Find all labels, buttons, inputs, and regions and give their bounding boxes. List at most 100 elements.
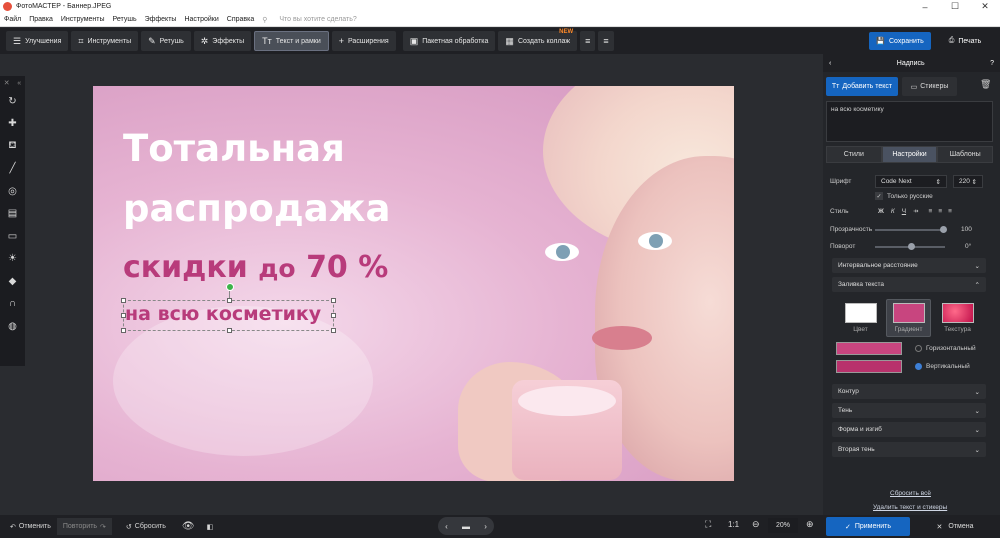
prev-image-icon[interactable]: ‹ <box>445 522 448 531</box>
italic-icon[interactable]: К <box>891 208 895 215</box>
banner-discount-text[interactable]: скидки до 70 % <box>123 253 388 283</box>
shape-section[interactable]: Форма и изгиб ⌄ <box>832 422 986 437</box>
spacing-section[interactable]: Интервальное расстояние ⌄ <box>832 258 986 273</box>
only-russian-checkbox[interactable]: ✓ <box>875 192 883 200</box>
bulb-icon[interactable]: ◍ <box>0 315 25 338</box>
menu-settings[interactable]: Настройки <box>184 16 218 23</box>
zoom-in-icon[interactable]: ⊕ <box>806 519 814 530</box>
opacity-slider-knob[interactable] <box>940 225 947 233</box>
light-icon[interactable]: ☀ <box>0 248 25 271</box>
close-window-button[interactable]: ✕ <box>970 0 1000 13</box>
back-arrow-icon[interactable]: ‹ <box>829 60 831 67</box>
underline-icon[interactable]: Ч <box>902 208 906 215</box>
preview-eye-icon[interactable]: 👁 <box>176 518 201 535</box>
trash-icon[interactable]: 🗑 <box>980 79 991 90</box>
maximize-button[interactable]: ☐ <box>940 0 970 13</box>
fill-bucket-icon[interactable]: ◆ <box>0 270 25 293</box>
fill-gradient-option[interactable]: Градиент <box>886 299 931 337</box>
resize-handle-tr[interactable] <box>331 298 336 303</box>
tab-enhancements[interactable]: ☰ Улучшения <box>6 31 69 51</box>
tab-templates[interactable]: Шаблоны <box>937 146 994 163</box>
compare-icon[interactable]: ◧ <box>201 518 220 535</box>
banner-title-line2[interactable]: распродажа <box>123 190 391 227</box>
resize-handle-bl[interactable] <box>121 328 126 333</box>
font-select[interactable]: Code Next ⇕ <box>875 175 947 188</box>
tab-extensions[interactable]: + Расширения <box>331 31 396 51</box>
tab-retouch[interactable]: ✎ Ретушь <box>141 31 191 51</box>
magnet-icon[interactable]: ∩ <box>0 293 25 316</box>
help-icon[interactable]: ? <box>990 60 994 67</box>
fill-color-option[interactable]: Цвет <box>838 299 883 337</box>
actual-size-button[interactable]: 1:1 <box>728 520 739 529</box>
strikethrough-icon[interactable]: ⇸ <box>913 207 918 215</box>
resize-handle-t[interactable] <box>227 298 232 303</box>
menu-edit[interactable]: Правка <box>29 16 53 23</box>
second-shadow-section[interactable]: Вторая тень ⌄ <box>832 442 986 457</box>
menu-help[interactable]: Справка <box>227 16 254 23</box>
next-image-icon[interactable]: › <box>484 522 487 531</box>
close-strip-icon[interactable]: ✕ <box>4 79 10 87</box>
rotation-handle[interactable] <box>226 283 234 291</box>
gradient-color-1[interactable] <box>836 342 902 355</box>
batch-processing-button[interactable]: ▣ Пакетная обработка <box>402 31 496 51</box>
banner-title-line1[interactable]: Тотальная <box>123 130 345 167</box>
tab-tools[interactable]: ⌗ Инструменты <box>71 31 139 51</box>
align-left-icon[interactable]: ≡ <box>929 208 933 215</box>
tab-styles[interactable]: Стили <box>826 146 882 163</box>
delete-text-link[interactable]: Удалить текст и стикеры <box>873 504 947 511</box>
align-center-icon[interactable]: ≡ <box>938 208 942 215</box>
gradient-filter-icon[interactable]: ▤ <box>0 203 25 226</box>
create-collage-button[interactable]: ▦ Создать коллаж NEW <box>498 29 578 51</box>
minimize-button[interactable]: – <box>910 0 940 13</box>
vertical-radio[interactable] <box>915 363 922 370</box>
rotation-slider-knob[interactable] <box>908 242 915 250</box>
cancel-button[interactable]: ✕ Отмена <box>913 517 997 536</box>
font-size-field[interactable]: 220 ⇕ <box>953 175 983 188</box>
stickers-button[interactable]: ▭ Стикеры <box>902 77 957 96</box>
stamp-icon[interactable]: ⛾ <box>0 135 25 158</box>
folder-icon[interactable]: ▬ <box>462 522 470 531</box>
tab-text-frames[interactable]: Tт Текст и рамки <box>254 31 329 51</box>
resize-handle-tl[interactable] <box>121 298 126 303</box>
redo-button[interactable]: Повторить ↷ <box>56 518 112 535</box>
print-button[interactable]: ⎙ Печать <box>935 32 995 50</box>
rotation-slider[interactable] <box>875 242 945 250</box>
menu-tools[interactable]: Инструменты <box>61 16 105 23</box>
search-input[interactable]: ⚲ Что вы хотите сделать? <box>262 16 365 24</box>
queue-settings-button[interactable]: ≡ <box>598 31 614 51</box>
opacity-slider[interactable] <box>875 225 947 233</box>
shadow-section[interactable]: Тень ⌄ <box>832 403 986 418</box>
zoom-field[interactable]: 20% <box>768 518 798 533</box>
resize-handle-b[interactable] <box>227 328 232 333</box>
contour-section[interactable]: Контур ⌄ <box>832 384 986 399</box>
menu-retouch[interactable]: Ретушь <box>113 16 137 23</box>
menu-file[interactable]: Файл <box>4 16 21 23</box>
resize-handle-l[interactable] <box>121 313 126 318</box>
bold-icon[interactable]: Ж <box>878 208 884 215</box>
apply-button[interactable]: ✓ Применить <box>826 517 910 536</box>
healing-patch-icon[interactable]: ✚ <box>0 113 25 136</box>
align-right-icon[interactable]: ≡ <box>948 208 952 215</box>
radial-filter-icon[interactable]: ◎ <box>0 180 25 203</box>
fill-section[interactable]: Заливка текста ⌃ <box>832 277 986 292</box>
resize-handle-r[interactable] <box>331 313 336 318</box>
menu-effects[interactable]: Эффекты <box>145 16 177 23</box>
text-input[interactable]: на всю косметику <box>826 101 993 142</box>
reset-all-link[interactable]: Сбросить всё <box>890 490 931 497</box>
fit-screen-icon[interactable]: ⛶ <box>705 519 711 530</box>
reset-button[interactable]: ↺ Сбросить <box>120 518 172 535</box>
tab-settings[interactable]: Настройки <box>881 146 938 163</box>
brush-tool-icon[interactable]: ╱ <box>0 158 25 181</box>
resize-handle-br[interactable] <box>331 328 336 333</box>
add-text-button[interactable]: Tт Добавить текст <box>826 77 898 96</box>
queue-add-button[interactable]: ≡ <box>580 31 596 51</box>
undo-button[interactable]: ↶ Отменить <box>4 518 57 535</box>
vignette-icon[interactable]: ▭ <box>0 225 25 248</box>
gradient-color-2[interactable] <box>836 360 902 373</box>
history-icon[interactable]: ↻ <box>0 90 25 113</box>
horizontal-radio[interactable] <box>915 345 922 352</box>
fill-texture-option[interactable]: Текстура <box>935 299 980 337</box>
zoom-out-icon[interactable]: ⊖ <box>752 519 760 530</box>
save-button[interactable]: 💾 Сохранить <box>869 32 931 50</box>
text-selection-box[interactable] <box>121 298 336 333</box>
